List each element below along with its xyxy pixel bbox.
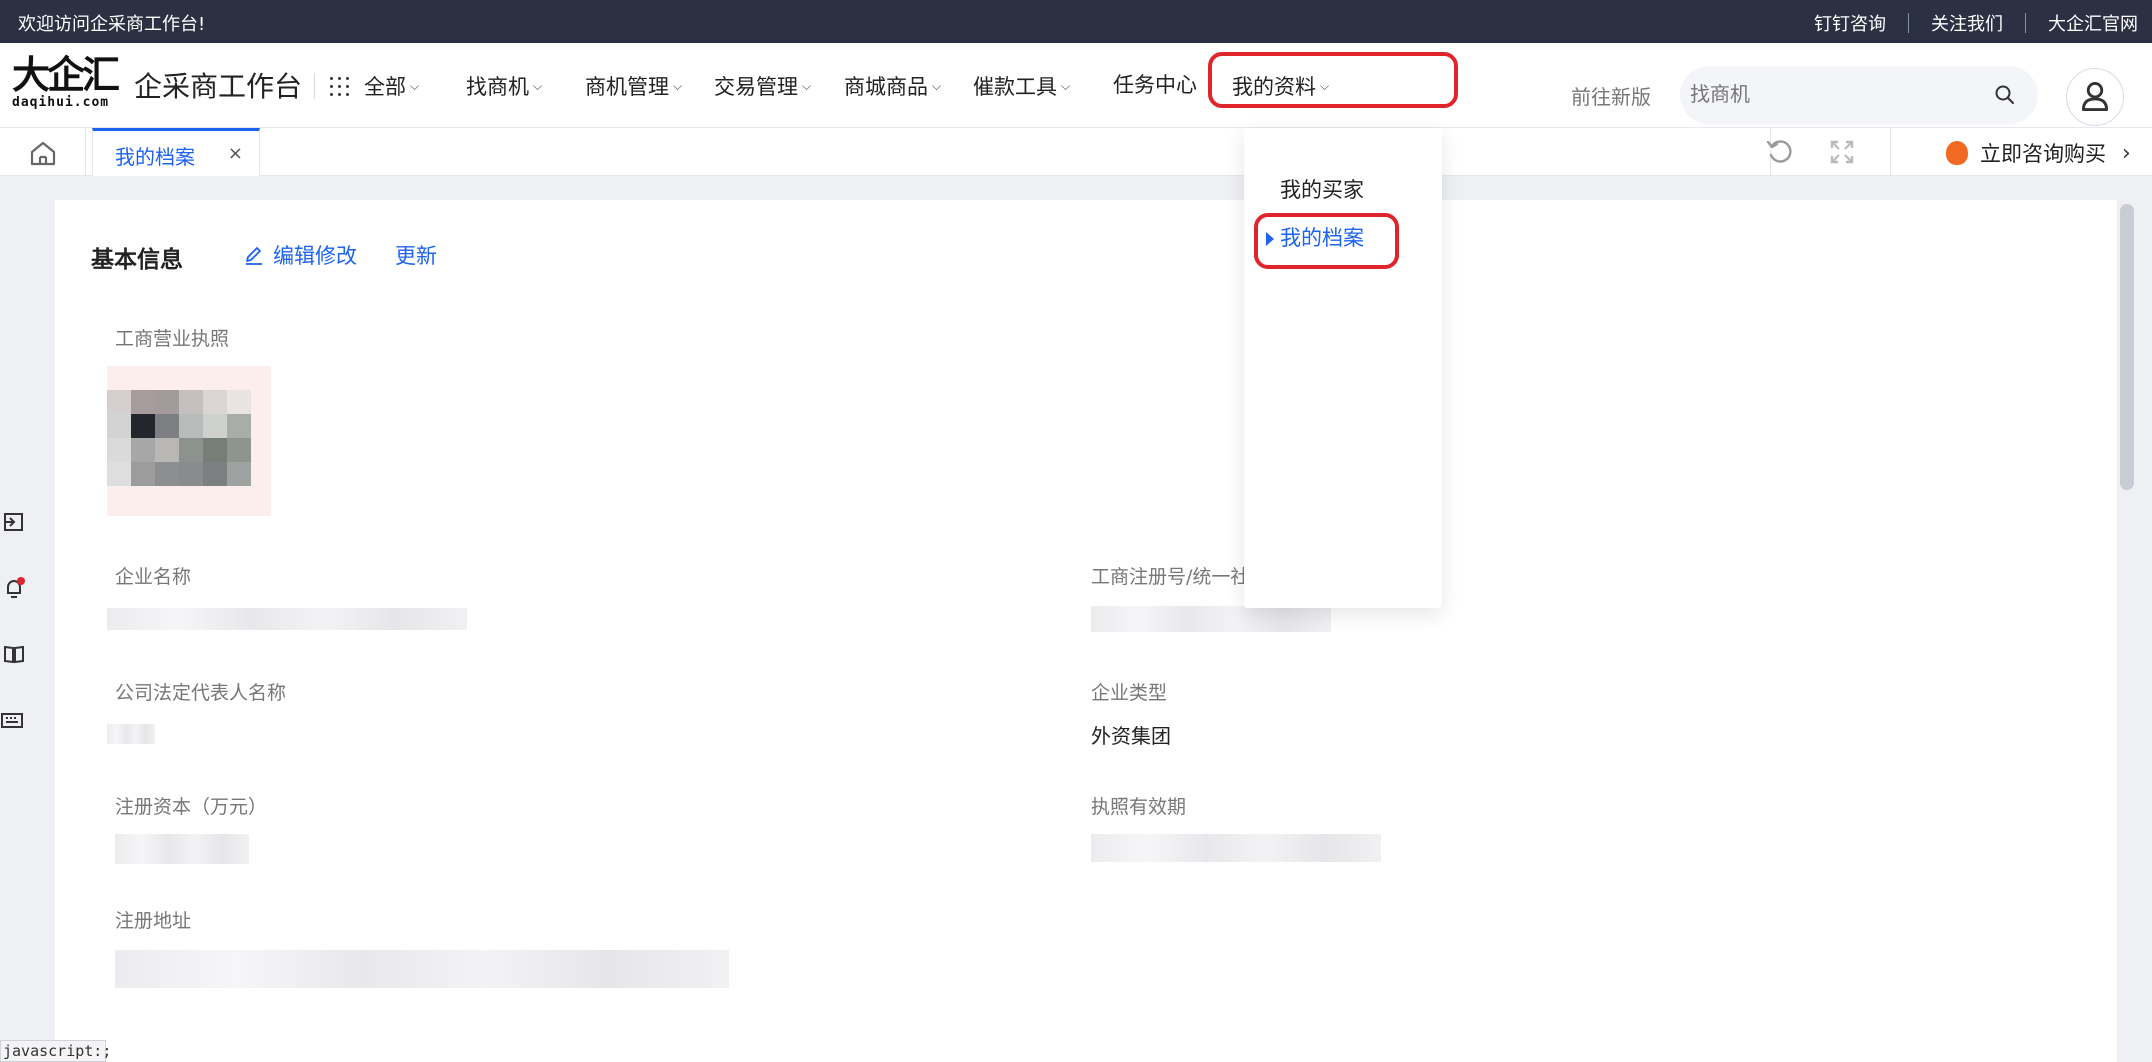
nav-find-label: 找商机 xyxy=(466,75,529,99)
refresh-icon[interactable] xyxy=(1764,136,1796,168)
home-tab[interactable] xyxy=(0,128,86,176)
dingtalk-consult-link[interactable]: 钉钉咨询 xyxy=(1792,10,1908,36)
home-icon xyxy=(30,141,56,166)
edit-button[interactable]: 编辑修改 xyxy=(243,240,357,270)
nav-mall-label: 商城商品 xyxy=(844,75,928,99)
nav-tasks-label: 任务中心 xyxy=(1113,73,1197,97)
nav-find-opportunity[interactable]: 找商机 ⌵ xyxy=(466,71,542,101)
legal-rep-value-redacted xyxy=(107,724,155,744)
company-type-label: 企业类型 xyxy=(1091,682,1168,704)
chevron-down-icon: ⌵ xyxy=(802,78,812,93)
profile-card: 基本信息 编辑修改 更新 工商营业执照 企业名称 工商注册号/统一社 公司法定代… xyxy=(55,200,2117,1062)
nav-manage-label: 商机管理 xyxy=(585,75,669,99)
search-icon[interactable] xyxy=(1994,84,2016,106)
nav-mall-goods[interactable]: 商城商品 ⌵ xyxy=(844,71,941,101)
edit-pencil-icon xyxy=(246,247,262,265)
menu-item-my-buyers[interactable]: 我的买家 xyxy=(1280,174,1364,204)
license-validity-value-redacted xyxy=(1091,834,1381,862)
fullscreen-icon[interactable] xyxy=(1826,136,1858,168)
company-type-value: 外资集团 xyxy=(1091,724,1171,748)
logo[interactable]: 大企汇 daqihui.com xyxy=(12,53,120,119)
reg-address-label: 注册地址 xyxy=(115,910,192,932)
chevron-down-icon: ⌵ xyxy=(1061,78,1071,93)
my-data-dropdown: 我的买家 我的档案 xyxy=(1244,128,1442,608)
logo-mark: 大企汇 xyxy=(12,53,120,97)
nav-all[interactable]: 全部 ⌵ xyxy=(364,71,419,101)
divider xyxy=(314,73,315,99)
chevron-down-icon: ⌵ xyxy=(932,78,942,93)
grid-menu-icon[interactable] xyxy=(330,77,350,97)
consult-label: 立即咨询购买 xyxy=(1980,142,2106,166)
nav-task-center[interactable]: 任务中心 xyxy=(1113,69,1197,99)
tab-my-profile[interactable]: 我的档案 × xyxy=(92,128,260,176)
user-icon xyxy=(2081,82,2109,112)
company-name-value-redacted xyxy=(107,608,467,630)
user-avatar[interactable] xyxy=(2066,68,2124,126)
company-name-label: 企业名称 xyxy=(115,566,192,588)
main-header: 大企汇 daqihui.com 企采商工作台 全部 ⌵ 找商机 ⌵ 商机管理 ⌵ 交易… xyxy=(0,43,2152,128)
chevron-down-icon: ⌵ xyxy=(673,78,683,93)
annotation-highlight-nav xyxy=(1208,52,1458,108)
tab-bar: 我的档案 × 立即咨询购买 › xyxy=(0,128,2152,176)
chevron-down-icon: ⌵ xyxy=(410,78,420,93)
new-version-link[interactable]: 前往新版 xyxy=(1571,81,1651,110)
site-title: 企采商工作台 xyxy=(134,70,303,103)
registration-no-label: 工商注册号/统一社 xyxy=(1091,566,1250,588)
close-icon[interactable]: × xyxy=(228,143,243,164)
follow-us-link[interactable]: 关注我们 xyxy=(1909,10,2025,36)
money-bag-icon xyxy=(1946,141,1968,165)
license-validity-label: 执照有效期 xyxy=(1091,796,1187,818)
annotation-highlight-menu xyxy=(1254,213,1399,269)
top-info-bar: 欢迎访问企采商工作台! 钉钉咨询 关注我们 大企汇官网 xyxy=(0,0,2152,43)
search-box[interactable] xyxy=(1680,66,2038,124)
consult-purchase-button[interactable]: 立即咨询购买 › xyxy=(1946,138,2131,168)
nav-collect-label: 催款工具 xyxy=(973,75,1057,99)
official-site-link[interactable]: 大企汇官网 xyxy=(2026,10,2138,36)
nav-collection-tools[interactable]: 催款工具 ⌵ xyxy=(973,71,1070,101)
update-button[interactable]: 更新 xyxy=(395,240,437,270)
notification-bell-icon[interactable] xyxy=(2,576,26,600)
status-bar-url: javascript:; xyxy=(0,1040,111,1062)
section-title: 基本信息 xyxy=(91,247,183,273)
divider xyxy=(1890,128,1891,176)
chevron-right-icon: › xyxy=(2122,140,2131,166)
license-label: 工商营业执照 xyxy=(115,328,230,350)
nav-trade-manage[interactable]: 交易管理 ⌵ xyxy=(714,71,811,101)
legal-rep-label: 公司法定代表人名称 xyxy=(115,682,287,704)
scrollbar-thumb[interactable] xyxy=(2120,204,2134,490)
nav-trade-label: 交易管理 xyxy=(714,75,798,99)
registration-no-value-redacted xyxy=(1091,606,1331,632)
nav-all-label: 全部 xyxy=(364,75,406,99)
business-license-image[interactable] xyxy=(107,366,271,516)
nav-opportunity-manage[interactable]: 商机管理 ⌵ xyxy=(585,71,682,101)
reg-address-value-redacted xyxy=(115,950,729,988)
welcome-text: 欢迎访问企采商工作台! xyxy=(18,14,206,35)
reg-capital-label: 注册资本（万元） xyxy=(115,796,268,818)
book-icon[interactable] xyxy=(2,642,26,666)
search-input[interactable] xyxy=(1690,76,1970,114)
top-links: 钉钉咨询 关注我们 大企汇官网 xyxy=(1792,10,2138,36)
tab-label: 我的档案 xyxy=(115,145,195,169)
edit-label: 编辑修改 xyxy=(273,244,357,268)
chevron-down-icon: ⌵ xyxy=(533,78,543,93)
keyboard-icon[interactable] xyxy=(0,708,24,732)
logout-icon[interactable] xyxy=(2,510,26,534)
reg-capital-value-redacted xyxy=(115,834,249,864)
logo-domain: daqihui.com xyxy=(12,95,110,110)
